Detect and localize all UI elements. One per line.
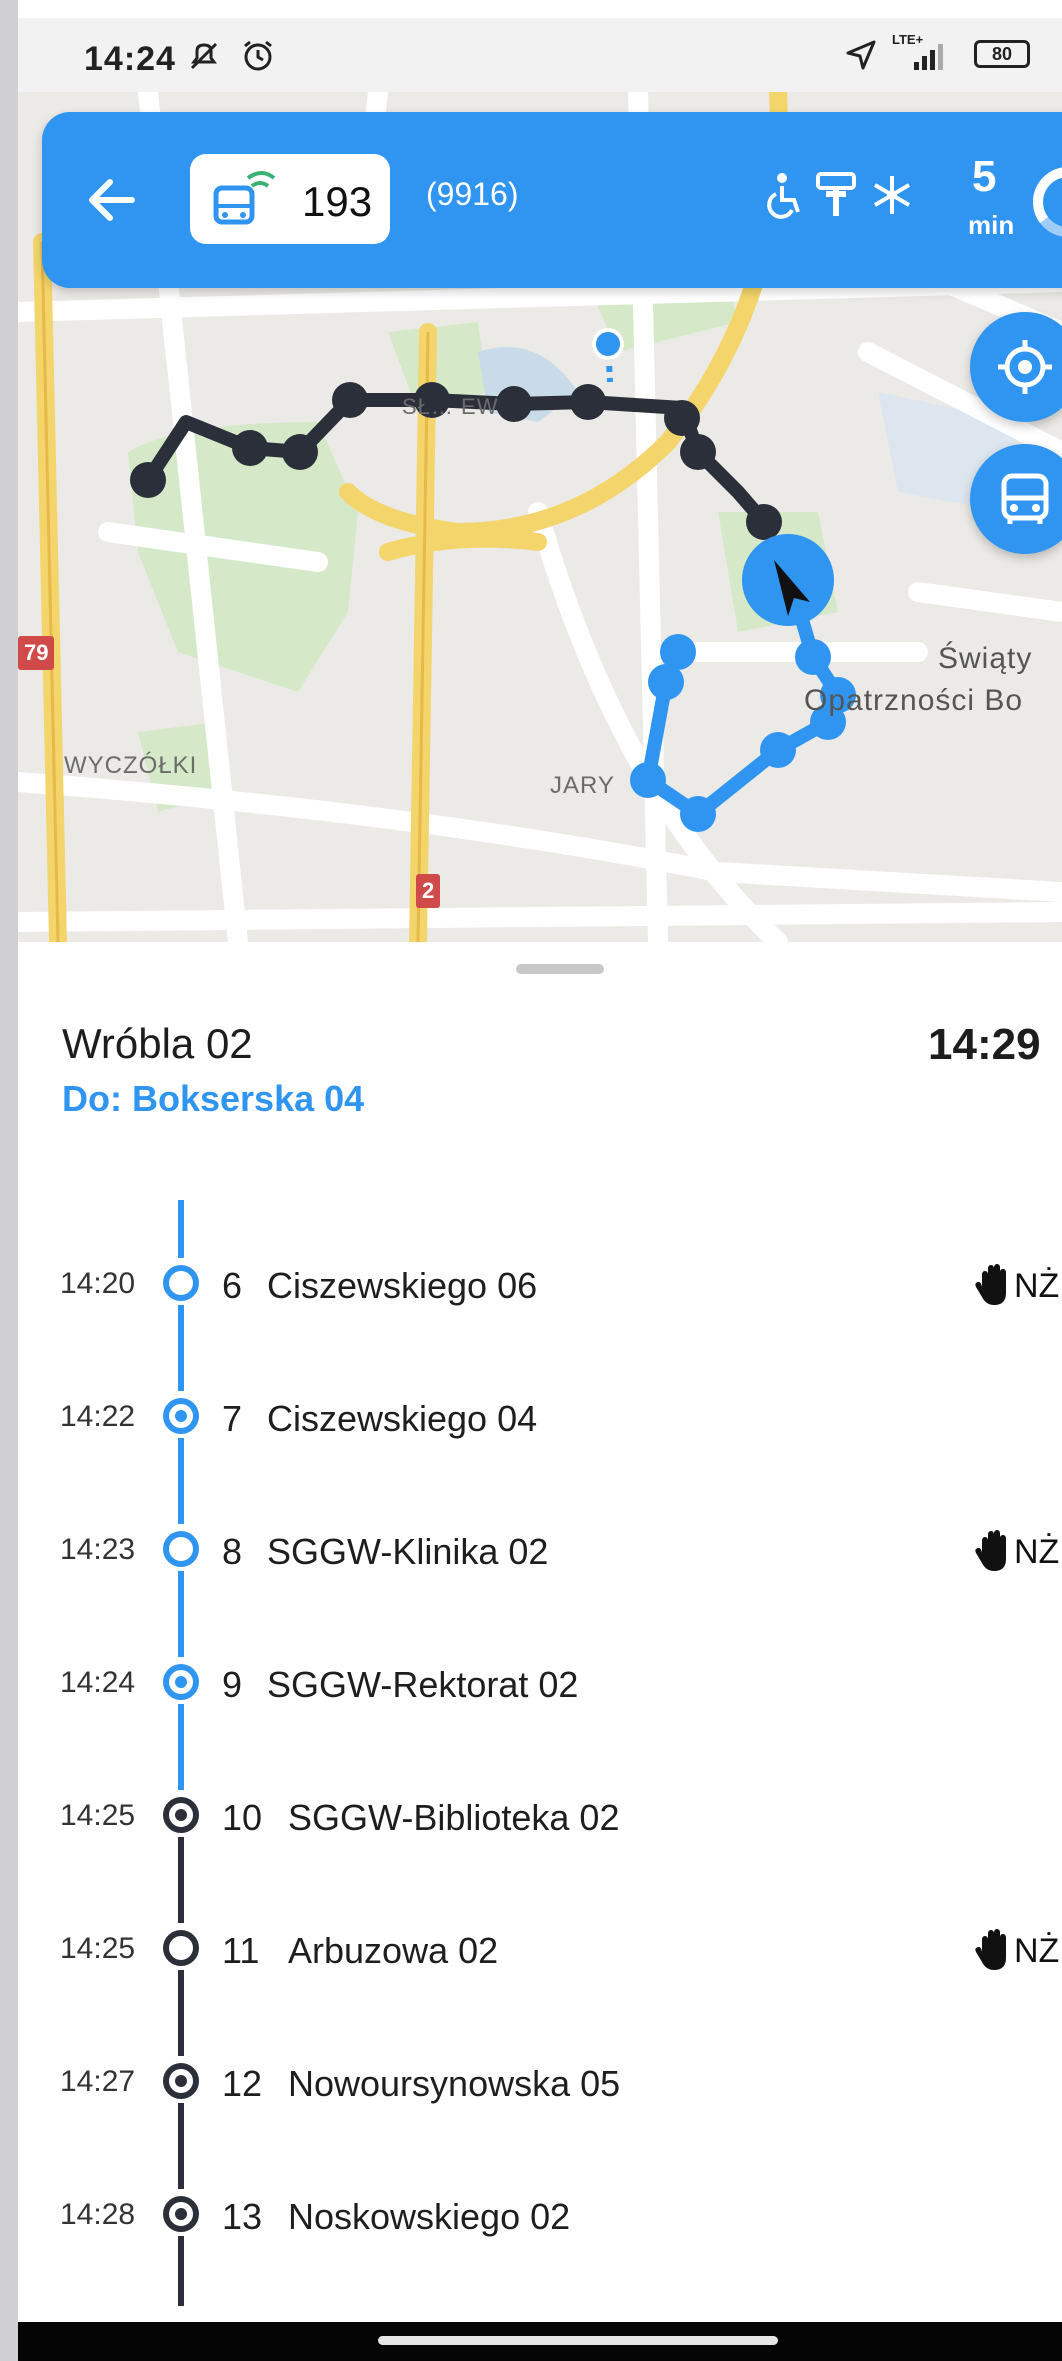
eta-value: 5 (972, 152, 997, 201)
road-badge-bottom: 2 (416, 874, 441, 908)
bus-icon (1001, 473, 1049, 524)
stop-sequence: 10 (222, 1797, 263, 1838)
mute-icon (186, 38, 222, 79)
stop-sequence: 12 (222, 2063, 263, 2104)
stop-name: Ciszewskiego 04 (267, 1398, 538, 1439)
system-nav-bar (18, 2322, 1062, 2361)
map-label-district-a: WYCZÓŁKI (64, 752, 198, 779)
stop-name: Nowoursynowska 05 (288, 2063, 621, 2104)
hand-icon (975, 1530, 1006, 1571)
stop-row[interactable]: 14:22 7 Ciszewskiego 04 (18, 1378, 1062, 1511)
stop-row[interactable]: 14:20 6 Ciszewskiego 06 NŻ (18, 1245, 1062, 1378)
on-request-label: NŻ (1014, 1932, 1060, 1970)
line-number: 193 (302, 178, 373, 225)
direction-label: Do: Bokserska 04 (62, 1078, 365, 1119)
stop-marker-icon (163, 2063, 199, 2099)
stop-name: Noskowskiego 02 (288, 2196, 571, 2237)
stop-row[interactable]: 14:27 12 Nowoursynowska 05 (18, 2043, 1062, 2176)
locate-me-button[interactable] (970, 312, 1062, 422)
stop-name: Arbuzowa 02 (288, 1930, 499, 1971)
vehicle-number: (9916) (426, 176, 519, 212)
on-request-label: NŻ (1014, 1533, 1060, 1571)
air-conditioning-icon (870, 170, 914, 237)
on-request-badge: NŻ (974, 1525, 1062, 1575)
map-label-street: SŁ… EW (402, 394, 499, 419)
stop-marker-icon (163, 1930, 199, 1966)
stop-marker-icon (163, 1797, 199, 1833)
refresh-progress-icon (1028, 162, 1062, 247)
app-screen: 14:24 LTE+ 80 WYCZÓŁKI JARY Świąty Opatr… (18, 0, 1062, 2361)
stop-marker-icon (163, 1398, 199, 1434)
stop-marker-icon (163, 2196, 199, 2232)
map-label-place-b: Opatrzności Bo (804, 684, 1024, 717)
stop-time: 14:27 (60, 2065, 136, 2098)
stop-name: Wróbla 02 (62, 1020, 253, 1067)
hand-icon (975, 1929, 1006, 1970)
stop-arrival-time: 14:29 (928, 1020, 1041, 1069)
stop-time: 14:22 (60, 1400, 136, 1433)
ticket-machine-icon (814, 170, 858, 237)
line-chip: 193 (190, 154, 390, 244)
road-badge-left: 79 (18, 636, 55, 670)
sheet-drag-handle[interactable] (516, 964, 604, 974)
stop-sequence: 6 (222, 1265, 243, 1306)
on-request-badge: NŻ (974, 1259, 1062, 1309)
back-arrow-icon[interactable] (82, 170, 142, 230)
stop-time: 14:28 (60, 2198, 136, 2231)
stop-row[interactable]: 14:205Strzeleckiego 03 (18, 1200, 1062, 1245)
stop-row[interactable]: 14:24 9 SGGW-Rektorat 02 (18, 1644, 1062, 1777)
status-bar: 14:24 LTE+ 80 (18, 18, 1062, 92)
stop-name: SGGW-Biblioteka 02 (288, 1797, 620, 1838)
stop-marker-icon (163, 1265, 199, 1301)
map-label-place-a: Świąty (938, 642, 1033, 675)
stop-sequence: 7 (222, 1398, 243, 1439)
stop-time: 14:24 (60, 1666, 136, 1699)
status-time: 14:24 (84, 40, 176, 78)
eta-unit: min (968, 210, 1015, 240)
wheelchair-icon (764, 170, 804, 237)
stop-name: SGGW-Klinika 02 (267, 1531, 549, 1572)
stop-time: 14:25 (60, 1799, 136, 1832)
battery-icon: 80 (974, 40, 1030, 68)
live-bus-icon (208, 170, 280, 235)
alarm-icon (240, 38, 276, 79)
stop-sequence: 13 (222, 2196, 263, 2237)
on-request-label: NŻ (1014, 1267, 1060, 1305)
bus-stops-button[interactable] (970, 444, 1062, 554)
stop-row[interactable]: 14:25 11 Arbuzowa 02 NŻ (18, 1910, 1062, 2043)
stop-details-sheet: Wróbla 02 14:29 Do: Bokserska 04 14:205S… (18, 942, 1062, 2361)
stop-sequence: 9 (222, 1664, 243, 1705)
map-label-district-b: JARY (550, 772, 615, 799)
stop-time: 14:20 (60, 1267, 136, 1300)
stop-sequence: 8 (222, 1531, 243, 1572)
vehicle-header: 193 (9916) 5 min (42, 112, 1062, 288)
hand-icon (975, 1264, 1006, 1305)
location-arrow-icon (844, 38, 878, 77)
stop-name: Ciszewskiego 06 (267, 1265, 538, 1306)
stops-timeline[interactable]: 14:205Strzeleckiego 03 14:20 6 Ciszewskiego… (18, 1200, 1062, 2310)
stop-time: 14:25 (60, 1932, 136, 1965)
stop-row[interactable]: 14:25 10 SGGW-Biblioteka 02 (18, 1777, 1062, 1910)
battery-level: 80 (974, 40, 1030, 68)
home-gesture-bar[interactable] (378, 2336, 778, 2345)
stop-row[interactable]: 14:28 13 Noskowskiego 02 (18, 2176, 1062, 2309)
stop-time: 14:23 (60, 1533, 136, 1566)
crosshair-icon (998, 340, 1052, 394)
stop-marker-icon (163, 1531, 199, 1567)
stop-sequence: 11 (222, 1930, 260, 1971)
stop-name: SGGW-Rektorat 02 (267, 1664, 579, 1705)
stop-marker-icon (163, 1664, 199, 1700)
stop-row[interactable]: 14:23 8 SGGW-Klinika 02 NŻ (18, 1511, 1062, 1644)
on-request-badge: NŻ (974, 1924, 1062, 1974)
